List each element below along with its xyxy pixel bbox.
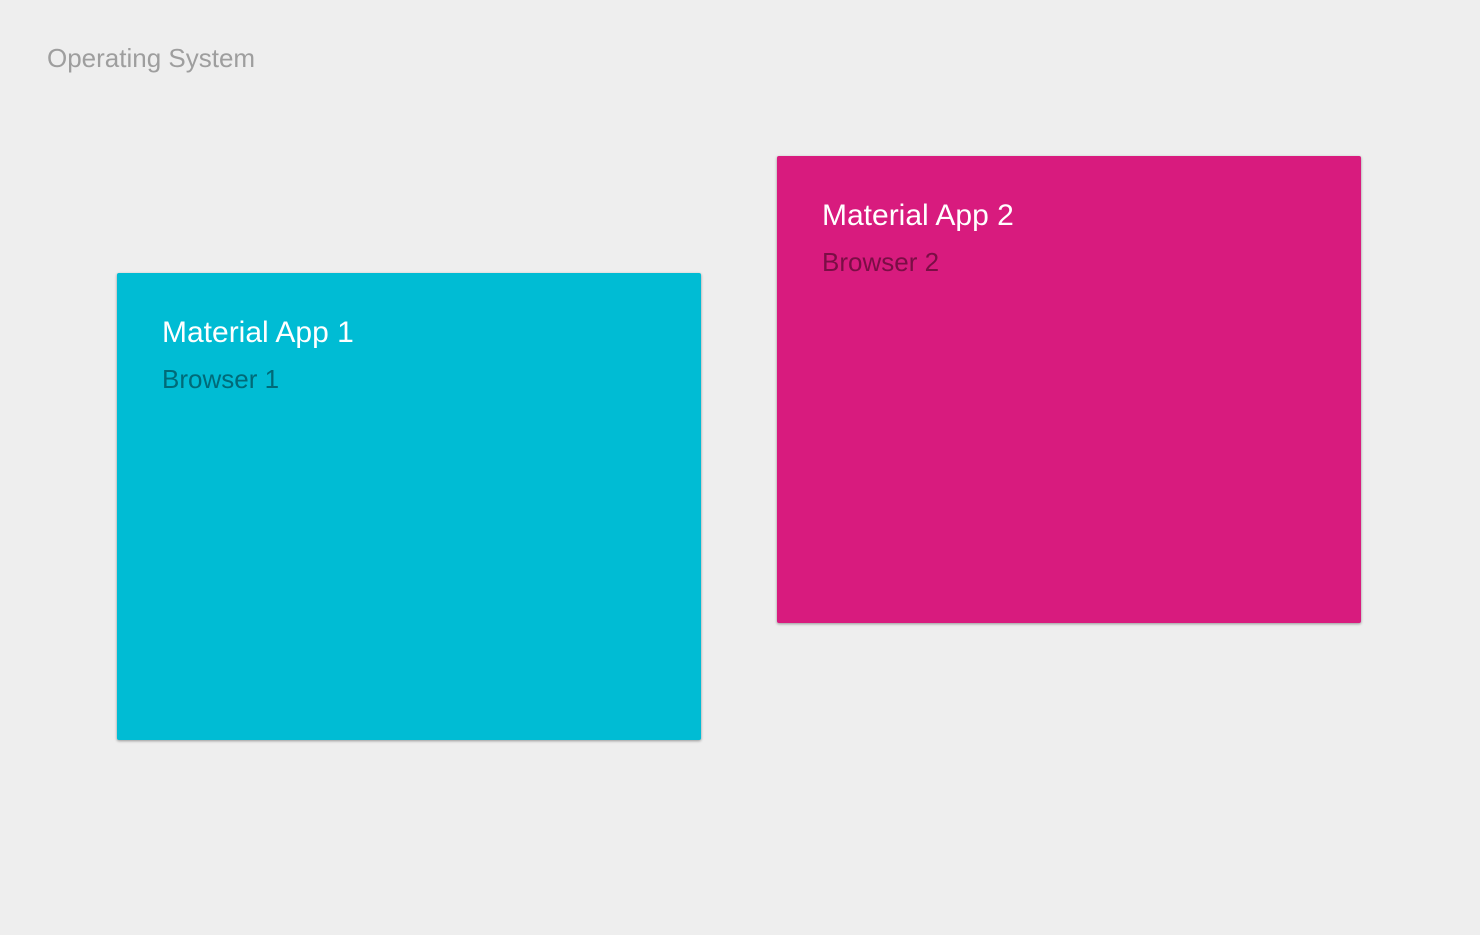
app-subtitle: Browser 2 <box>822 247 940 277</box>
operating-system-label: Operating System <box>47 43 256 73</box>
app-title: Material App 2 <box>822 199 1014 232</box>
app-subtitle: Browser 1 <box>162 364 280 394</box>
material-app-2-window[interactable]: Material App 2 Browser 2 <box>777 156 1361 623</box>
material-app-1-window[interactable]: Material App 1 Browser 1 <box>117 273 701 740</box>
app-title: Material App 1 <box>162 316 354 349</box>
